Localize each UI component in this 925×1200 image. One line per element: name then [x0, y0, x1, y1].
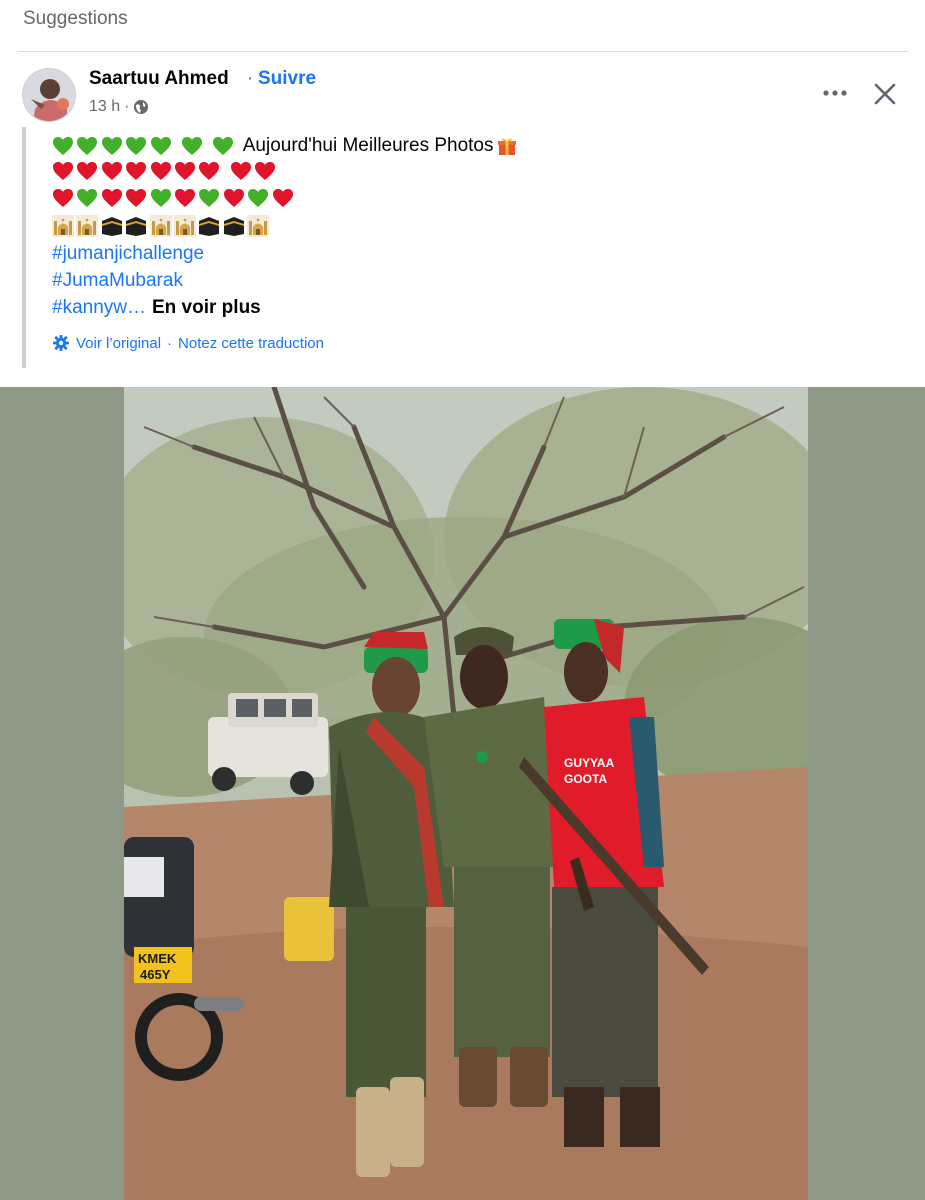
translation-row: Voir l’original · Notez cette traduction	[52, 334, 324, 352]
close-button[interactable]	[869, 78, 901, 110]
avatar[interactable]	[22, 68, 76, 122]
section-title: Suggestions	[23, 8, 128, 29]
post-photo[interactable]: KMEK 465Y GUYYAA GOOTA	[124, 387, 808, 1200]
close-icon	[874, 83, 896, 105]
green-heart-icon	[198, 187, 220, 209]
post-line-7: #kannyw… En voir plus	[52, 295, 261, 321]
green-heart-icon	[212, 135, 234, 157]
more-options-button[interactable]	[820, 80, 850, 106]
shirt-text-1: GUYYAA	[564, 756, 615, 770]
follow-button[interactable]: Suivre	[258, 68, 316, 90]
green-heart-icon	[76, 187, 98, 209]
post-text: Aujourd'hui Meilleures Photos #jumanjich…	[22, 127, 902, 368]
more-horizontal-icon	[823, 90, 847, 96]
red-heart-icon	[223, 187, 245, 209]
mosque-icon	[52, 215, 74, 237]
hashtag-link[interactable]: #JumaMubarak	[52, 268, 183, 294]
green-heart-icon	[101, 135, 123, 157]
plate-line-1: KMEK	[138, 951, 177, 966]
green-heart-icon	[125, 135, 147, 157]
red-heart-icon	[272, 187, 294, 209]
see-more-button[interactable]: En voir plus	[152, 295, 261, 321]
kaaba-icon	[223, 215, 245, 237]
meta-separator: ·	[124, 98, 130, 115]
red-heart-icon	[76, 160, 98, 182]
red-heart-icon	[52, 160, 74, 182]
post-header: Saartuu Ahmed · Suivre 13 h ·	[0, 52, 925, 124]
red-heart-icon	[230, 160, 252, 182]
globe-icon[interactable]	[133, 99, 149, 115]
hashtag-link[interactable]: #kannyw…	[52, 295, 146, 321]
kaaba-icon	[198, 215, 220, 237]
post-time[interactable]: 13 h	[89, 98, 120, 116]
red-heart-icon	[101, 187, 123, 209]
red-heart-icon	[101, 160, 123, 182]
view-original-link[interactable]: Voir l’original	[76, 335, 161, 352]
kaaba-icon	[125, 215, 147, 237]
hashtag-link[interactable]: #jumanjichallenge	[52, 241, 204, 267]
post-line-3	[52, 187, 296, 209]
header-separator: ·	[247, 68, 254, 89]
green-heart-icon	[150, 135, 172, 157]
suggestions-header: Suggestions	[0, 0, 925, 52]
rate-translation-link[interactable]: Notez cette traduction	[178, 335, 324, 352]
mosque-icon	[76, 215, 99, 237]
mosque-icon	[247, 215, 270, 237]
author-name[interactable]: Saartuu Ahmed	[89, 68, 229, 90]
red-heart-icon	[150, 160, 172, 182]
red-heart-icon	[174, 160, 196, 182]
post-line-2	[52, 160, 279, 182]
red-heart-icon	[174, 187, 196, 209]
green-heart-icon	[181, 135, 203, 157]
mosque-icon	[173, 215, 196, 237]
post-headline: Aujourd'hui Meilleures Photos	[242, 135, 494, 156]
plate-line-2: 465Y	[140, 967, 171, 982]
translation-separator: ·	[167, 334, 173, 352]
red-heart-icon	[125, 160, 147, 182]
green-heart-icon	[150, 187, 172, 209]
green-heart-icon	[76, 135, 98, 157]
post-line-4	[52, 215, 272, 237]
red-heart-icon	[125, 187, 147, 209]
avatar-image	[23, 69, 75, 121]
kaaba-icon	[101, 215, 123, 237]
green-heart-icon	[52, 135, 74, 157]
shirt-text-2: GOOTA	[564, 772, 607, 786]
post-meta: 13 h ·	[89, 98, 149, 116]
photo-illustration: KMEK 465Y GUYYAA GOOTA	[124, 387, 808, 1200]
red-heart-icon	[254, 160, 276, 182]
post-line-5: #jumanjichallenge	[52, 241, 204, 267]
post-line-1: Aujourd'hui Meilleures Photos	[52, 133, 520, 159]
gift-icon	[496, 135, 518, 157]
post-line-6: #JumaMubarak	[52, 268, 183, 294]
red-heart-icon	[198, 160, 220, 182]
green-heart-icon	[247, 187, 269, 209]
post-photo-container: KMEK 465Y GUYYAA GOOTA	[0, 387, 925, 1200]
red-heart-icon	[52, 187, 74, 209]
gear-icon	[53, 335, 69, 351]
mosque-icon	[149, 215, 172, 237]
